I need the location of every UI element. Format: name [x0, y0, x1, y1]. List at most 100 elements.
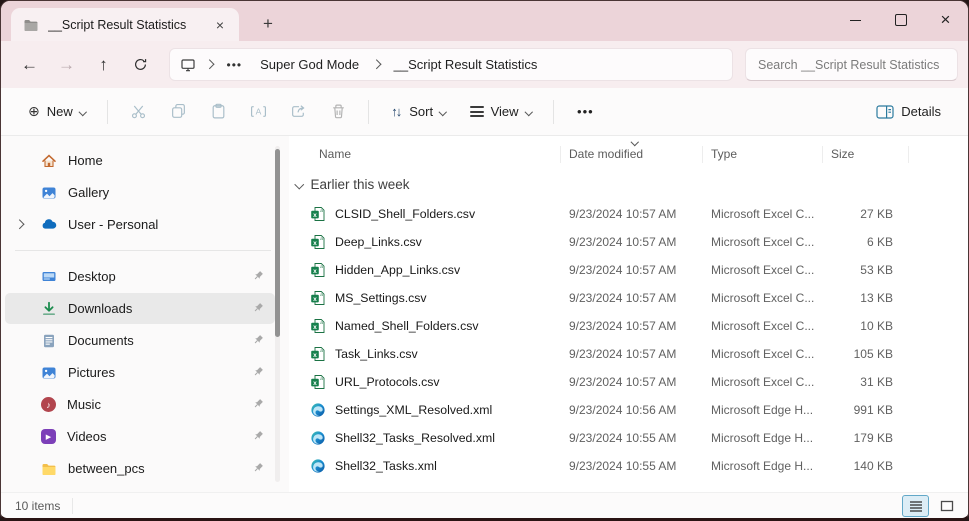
sidebar-item-label: between_pcs	[68, 461, 145, 476]
back-button[interactable]: ←	[13, 49, 46, 81]
view-toggles	[902, 494, 960, 517]
sidebar-item-label: Gallery	[68, 185, 110, 200]
details-view-toggle[interactable]	[902, 494, 929, 517]
table-row[interactable]: a x MS_Settings.csv 9/23/2024 10:57 AM Mic…	[289, 284, 968, 312]
file-size: 27 KB	[860, 207, 893, 221]
svg-text:a: a	[320, 348, 323, 353]
tab-close-icon[interactable]: ×	[209, 14, 231, 36]
column-header-size[interactable]: Size	[823, 146, 909, 163]
paste-button[interactable]	[199, 95, 237, 129]
file-date: 9/23/2024 10:57 AM	[569, 207, 677, 221]
svg-text:x: x	[313, 380, 317, 387]
sidebar-item-user-personal[interactable]: User - Personal	[5, 209, 275, 240]
file-type: Microsoft Edge H...	[711, 431, 814, 445]
excel-csv-icon: ax	[310, 318, 326, 334]
file-name: URL_Protocols.csv	[335, 375, 440, 389]
column-header-name[interactable]: Name	[289, 146, 561, 163]
svg-text:a: a	[320, 264, 323, 269]
file-name: Shell32_Tasks_Resolved.xml	[335, 431, 495, 445]
column-header-type[interactable]: Type	[703, 146, 823, 163]
file-explorer-window: __Script Result Statistics × + × ← → ↑ •…	[0, 0, 969, 521]
table-row[interactable]: a x Named_Shell_Folders.csv 9/23/2024 10:5…	[289, 312, 968, 340]
copy-button[interactable]	[159, 95, 197, 129]
column-headers: Name Date modified Type Size	[289, 137, 968, 168]
share-icon	[291, 105, 305, 117]
pictures-icon	[41, 365, 57, 381]
pin-icon	[252, 301, 265, 317]
sort-button[interactable]: ↑↓ Sort	[380, 97, 456, 126]
table-row[interactable]: a x URL_Protocols.csv 9/23/2024 10:57 AM M…	[289, 368, 968, 396]
search-input[interactable]	[745, 48, 958, 81]
file-size: 105 KB	[853, 347, 893, 361]
file-name: MS_Settings.csv	[335, 291, 427, 305]
large-icons-view-toggle[interactable]	[933, 495, 960, 517]
sidebar-item-desktop[interactable]: Desktop	[5, 261, 275, 292]
column-header-date-modified[interactable]: Date modified	[561, 137, 703, 163]
toolbar-divider	[368, 99, 370, 124]
delete-button[interactable]	[319, 95, 357, 129]
sidebar-item-label: Music	[67, 397, 101, 412]
sidebar-scrollbar-thumb[interactable]	[275, 149, 280, 337]
breadcrumb-ellipsis[interactable]: •••	[223, 56, 247, 74]
breadcrumb-item-super-god-mode[interactable]: Super God Mode	[256, 55, 363, 74]
svg-text:A: A	[255, 106, 261, 116]
sidebar-item-label: User - Personal	[68, 217, 159, 232]
collapse-chevron-icon[interactable]	[294, 179, 304, 189]
chevron-right-icon	[371, 59, 381, 70]
sidebar-item-home[interactable]: Home	[5, 145, 275, 176]
file-date: 9/23/2024 10:57 AM	[569, 347, 677, 361]
table-row[interactable]: a x Hidden_App_Links.csv 9/23/2024 10:57 A…	[289, 256, 968, 284]
file-name: Named_Shell_Folders.csv	[335, 319, 479, 333]
view-button[interactable]: View	[459, 97, 542, 127]
file-date: 9/23/2024 10:55 AM	[569, 459, 677, 473]
file-name: Settings_XML_Resolved.xml	[335, 403, 493, 417]
sidebar-item-between-pcs[interactable]: between_pcs	[5, 453, 275, 484]
breadcrumb[interactable]: ••• Super God Mode __Script Result Stati…	[169, 48, 733, 81]
this-pc-icon[interactable]	[180, 57, 196, 73]
rename-button[interactable]: A	[239, 95, 277, 129]
sidebar-item-documents[interactable]: Documents	[5, 325, 275, 356]
svg-text:a: a	[320, 376, 323, 381]
table-row[interactable]: Settings_XML_Resolved.xml 9/23/2024 10:5…	[289, 396, 968, 424]
titlebar: __Script Result Statistics × + ×	[1, 1, 968, 41]
file-date: 9/23/2024 10:55 AM	[569, 431, 677, 445]
share-button[interactable]	[279, 95, 317, 129]
refresh-button[interactable]	[124, 49, 157, 81]
file-name: Deep_Links.csv	[335, 235, 422, 249]
sidebar-item-label: Videos	[67, 429, 107, 444]
sidebar-item-music[interactable]: ♪ Music	[5, 389, 275, 420]
sidebar-item-gallery[interactable]: Gallery	[5, 177, 275, 208]
maximize-button[interactable]	[878, 1, 923, 39]
navigation-sidebar: Home Gallery User - Personal Desktop Dow…	[1, 136, 289, 492]
new-button[interactable]: ⊕ New	[17, 96, 96, 127]
sidebar-divider	[15, 250, 271, 251]
new-tab-button[interactable]: +	[253, 10, 283, 38]
file-type: Microsoft Excel C...	[711, 291, 815, 305]
minimize-button[interactable]	[833, 1, 878, 39]
table-row[interactable]: a x Deep_Links.csv 9/23/2024 10:57 AM Micr…	[289, 228, 968, 256]
group-header[interactable]: Earlier this week	[289, 168, 968, 200]
table-row[interactable]: a x Task_Links.csv 9/23/2024 10:57 AM Micr…	[289, 340, 968, 368]
breadcrumb-item-script-result-statistics[interactable]: __Script Result Statistics	[390, 55, 542, 74]
excel-csv-icon: ax	[310, 206, 326, 222]
explorer-tab[interactable]: __Script Result Statistics ×	[11, 8, 239, 41]
table-row[interactable]: a x CLSID_Shell_Folders.csv 9/23/2024 10:5…	[289, 200, 968, 228]
sidebar-scrollbar[interactable]	[275, 146, 280, 482]
sidebar-item-videos[interactable]: ▶ Videos	[5, 421, 275, 452]
more-options-button[interactable]: •••	[565, 97, 606, 126]
excel-csv-icon: ax	[310, 290, 326, 306]
file-date: 9/23/2024 10:57 AM	[569, 291, 677, 305]
close-button[interactable]: ×	[923, 1, 968, 39]
table-row[interactable]: Shell32_Tasks_Resolved.xml 9/23/2024 10:…	[289, 424, 968, 452]
table-row[interactable]: Shell32_Tasks.xml 9/23/2024 10:55 AM Mic…	[289, 452, 968, 480]
cut-button[interactable]	[119, 95, 157, 129]
pin-icon	[252, 333, 265, 349]
sidebar-item-pictures[interactable]: Pictures	[5, 357, 275, 388]
up-button[interactable]: ↑	[87, 49, 120, 81]
forward-button[interactable]: →	[50, 49, 83, 81]
sidebar-item-downloads[interactable]: Downloads	[5, 293, 275, 324]
folder-icon	[41, 461, 57, 477]
copy-icon	[171, 104, 185, 118]
details-pane-button[interactable]: Details	[865, 97, 952, 126]
expand-chevron-icon[interactable]	[14, 219, 24, 229]
